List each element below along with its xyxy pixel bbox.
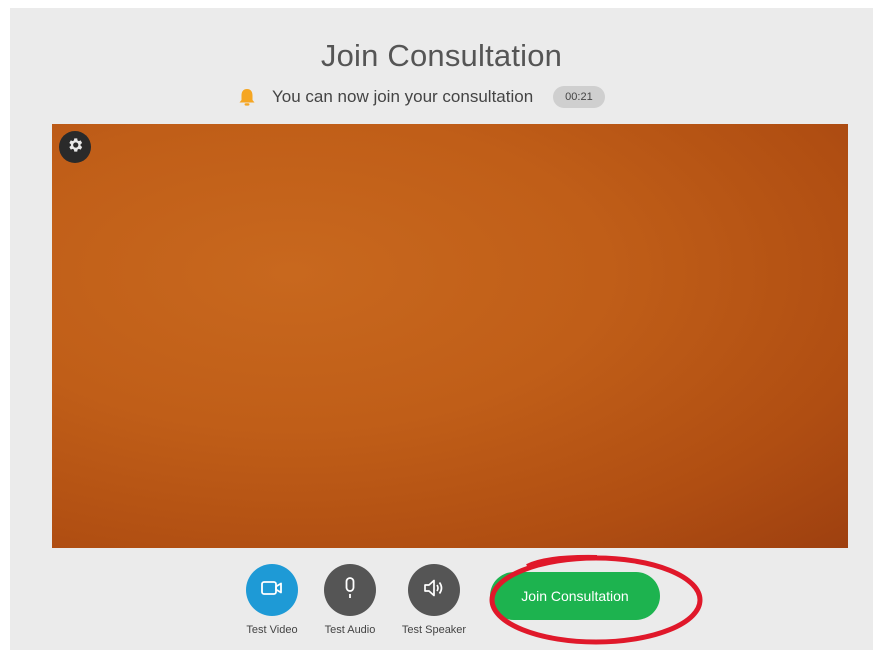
bell-icon bbox=[236, 87, 258, 107]
join-consultation-button[interactable]: Join Consultation bbox=[490, 572, 660, 620]
timer-badge: 00:21 bbox=[553, 86, 605, 108]
gear-icon bbox=[66, 136, 84, 159]
test-speaker-circle[interactable] bbox=[408, 564, 460, 616]
test-speaker-button[interactable]: Test Speaker bbox=[394, 564, 474, 636]
test-audio-circle[interactable] bbox=[324, 564, 376, 616]
settings-button[interactable] bbox=[59, 131, 91, 163]
controls-bar: Test Video Test Audio Test Speaker Join … bbox=[10, 564, 873, 644]
microphone-icon bbox=[340, 576, 360, 605]
video-camera-icon bbox=[260, 579, 284, 602]
page-title: Join Consultation bbox=[320, 38, 563, 73]
status-text: You can now join your consultation bbox=[272, 87, 534, 106]
status-notice: You can now join your consultation 00:21 bbox=[236, 84, 605, 110]
test-audio-label: Test Audio bbox=[324, 624, 376, 636]
test-video-circle[interactable] bbox=[246, 564, 298, 616]
test-audio-button[interactable]: Test Audio bbox=[310, 564, 390, 636]
speaker-icon bbox=[422, 577, 446, 604]
app-frame: Join Consultation You can now join your … bbox=[10, 8, 873, 650]
test-video-button[interactable]: Test Video bbox=[232, 564, 312, 636]
test-speaker-label: Test Speaker bbox=[401, 624, 467, 636]
video-preview bbox=[52, 124, 848, 548]
test-video-label: Test Video bbox=[246, 624, 298, 636]
